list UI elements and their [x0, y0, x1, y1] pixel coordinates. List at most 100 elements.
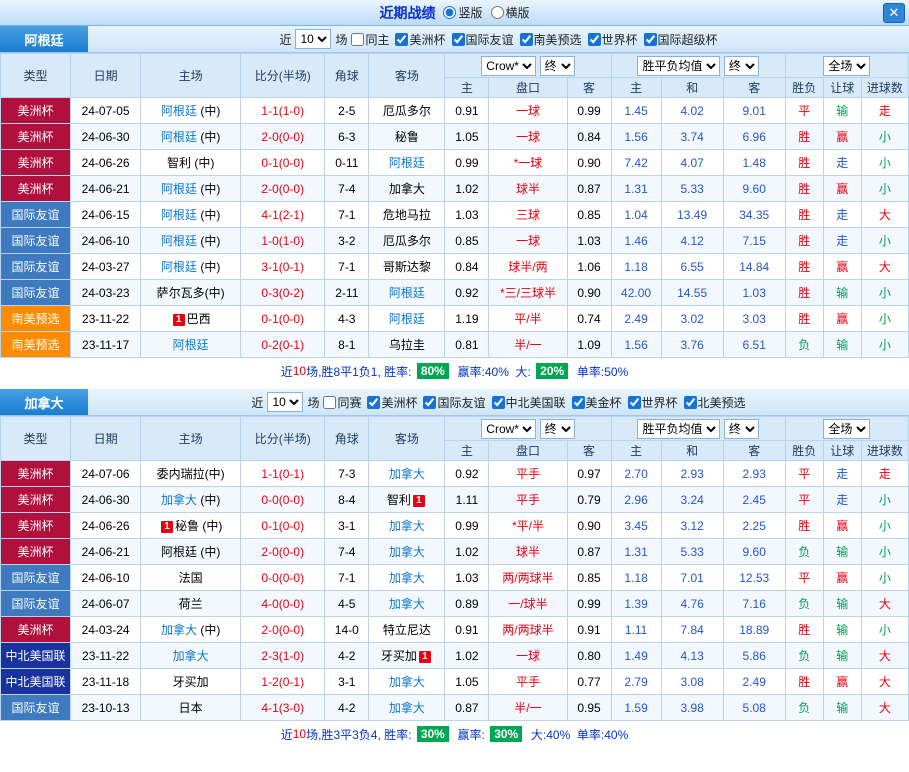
result-goals: 小: [861, 332, 908, 358]
filter-checkbox[interactable]: 美洲杯: [367, 394, 417, 411]
checkbox-input[interactable]: [323, 396, 336, 409]
avg-type-select[interactable]: 胜平负均值: [637, 56, 720, 76]
handicap-odds-away: 0.77: [567, 669, 611, 695]
horizontal-radio[interactable]: [491, 6, 504, 19]
away-team-cell: 厄瓜多尔: [369, 98, 445, 124]
filter-checkbox[interactable]: 国际友谊: [452, 31, 514, 48]
team-name[interactable]: 阿根廷: [161, 182, 197, 196]
games-count-select[interactable]: 10: [267, 392, 303, 412]
filter-checkbox[interactable]: 国际超级杯: [644, 31, 718, 48]
competition-type: 美洲杯: [1, 539, 71, 565]
result-handicap: 走: [823, 487, 861, 513]
checkbox-input[interactable]: [351, 33, 364, 46]
layout-horizontal-option[interactable]: 横版: [491, 4, 530, 21]
handicap-odds-home: 0.92: [445, 461, 489, 487]
team-name[interactable]: 加拿大: [161, 623, 197, 637]
final-avg-select[interactable]: 终: [724, 419, 759, 439]
checkbox-label: 美洲杯: [409, 31, 445, 48]
layout-vertical-option[interactable]: 竖版: [443, 4, 482, 21]
subcol-goals: 进球数: [861, 78, 908, 98]
corner-score: 4-2: [325, 643, 369, 669]
match-date: 23-10-13: [71, 695, 141, 721]
filter-checkbox[interactable]: 国际友谊: [423, 394, 485, 411]
team-name[interactable]: 加拿大: [389, 571, 425, 585]
summary-footer: 近10场,胜8平1负1, 胜率: 80% 赢率:40% 大: 20% 单率:50…: [0, 358, 909, 384]
filter-checkbox[interactable]: 北美预选: [684, 394, 746, 411]
match-date: 23-11-22: [71, 306, 141, 332]
checkbox-input[interactable]: [684, 396, 697, 409]
avg-lose-odds: 1.48: [723, 150, 785, 176]
team-name[interactable]: 加拿大: [389, 675, 425, 689]
checkbox-input[interactable]: [644, 33, 657, 46]
team-name[interactable]: 阿根廷: [161, 234, 197, 248]
team-name[interactable]: 阿根廷: [389, 156, 425, 170]
red-card-badge: 1: [413, 495, 425, 507]
team-name[interactable]: 阿根廷: [161, 130, 197, 144]
team-name[interactable]: 加拿大: [389, 545, 425, 559]
filter-checkbox[interactable]: 美金杯: [572, 394, 622, 411]
final-odds-select[interactable]: 终: [540, 56, 575, 76]
final-odds-select[interactable]: 终: [540, 419, 575, 439]
filter-checkbox[interactable]: 同赛: [323, 394, 361, 411]
team-name[interactable]: 阿根廷: [161, 208, 197, 222]
filter-checkbox[interactable]: 中北美国联: [492, 394, 566, 411]
filter-checkbox[interactable]: 南美预选: [520, 31, 582, 48]
fulltime-select[interactable]: 全场: [823, 419, 870, 439]
games-count-select[interactable]: 10: [295, 29, 331, 49]
match-date: 24-06-30: [71, 487, 141, 513]
competition-type: 国际友谊: [1, 695, 71, 721]
team-name: 智利: [387, 493, 411, 507]
checkbox-input[interactable]: [367, 396, 380, 409]
team-name[interactable]: 阿根廷: [389, 312, 425, 326]
team-name[interactable]: 加拿大: [161, 493, 197, 507]
odds-company-select[interactable]: Crow*: [481, 56, 536, 76]
corner-score: 7-1: [325, 202, 369, 228]
team-name: 牙买加: [381, 649, 417, 663]
checkbox-input[interactable]: [492, 396, 505, 409]
handicap-odds-home: 0.99: [445, 150, 489, 176]
team-name[interactable]: 阿根廷: [161, 104, 197, 118]
checkbox-input[interactable]: [395, 33, 408, 46]
team-name[interactable]: 阿根廷: [173, 338, 209, 352]
avg-type-select[interactable]: 胜平负均值: [637, 419, 720, 439]
close-icon[interactable]: ✕: [883, 3, 905, 23]
vertical-radio[interactable]: [443, 6, 456, 19]
filter-checkbox[interactable]: 美洲杯: [395, 31, 445, 48]
filter-checkbox[interactable]: 世界杯: [588, 31, 638, 48]
checkbox-input[interactable]: [572, 396, 585, 409]
handicap-odds-home: 0.91: [445, 617, 489, 643]
team-name: 阿根廷: [161, 545, 197, 559]
match-row: 南美预选23-11-17阿根廷0-2(0-1)8-1乌拉圭0.81半/一1.09…: [1, 332, 909, 358]
handicap-odds-away: 0.99: [567, 98, 611, 124]
team-name[interactable]: 加拿大: [389, 519, 425, 533]
checkbox-input[interactable]: [588, 33, 601, 46]
final-avg-select[interactable]: 终: [724, 56, 759, 76]
avg-draw-odds: 3.76: [661, 332, 723, 358]
checkbox-input[interactable]: [452, 33, 465, 46]
filter-checkbox[interactable]: 世界杯: [628, 394, 678, 411]
competition-type: 美洲杯: [1, 124, 71, 150]
fulltime-group-header: 全场: [785, 417, 908, 441]
checkbox-input[interactable]: [628, 396, 641, 409]
subcol-handicap-result: 让球: [823, 441, 861, 461]
handicap-odds-home: 1.05: [445, 124, 489, 150]
avg-lose-odds: 6.51: [723, 332, 785, 358]
competition-type: 美洲杯: [1, 513, 71, 539]
avg-lose-odds: 18.89: [723, 617, 785, 643]
team-name[interactable]: 阿根廷: [389, 286, 425, 300]
team-name[interactable]: 加拿大: [389, 701, 425, 715]
team-name[interactable]: 加拿大: [173, 649, 209, 663]
team-name[interactable]: 阿根廷: [161, 260, 197, 274]
fulltime-select[interactable]: 全场: [823, 56, 870, 76]
team-name[interactable]: 加拿大: [389, 467, 425, 481]
result-goals: 小: [861, 176, 908, 202]
checkbox-input[interactable]: [423, 396, 436, 409]
filter-checkbox[interactable]: 同主: [351, 31, 389, 48]
team-name[interactable]: 加拿大: [389, 597, 425, 611]
handicap-line: 半/一: [489, 332, 567, 358]
odds-company-select[interactable]: Crow*: [481, 419, 536, 439]
checkbox-input[interactable]: [520, 33, 533, 46]
team-name: 智利: [167, 156, 191, 170]
checkbox-label: 中北美国联: [506, 394, 566, 411]
result-wdl: 胜: [785, 617, 823, 643]
